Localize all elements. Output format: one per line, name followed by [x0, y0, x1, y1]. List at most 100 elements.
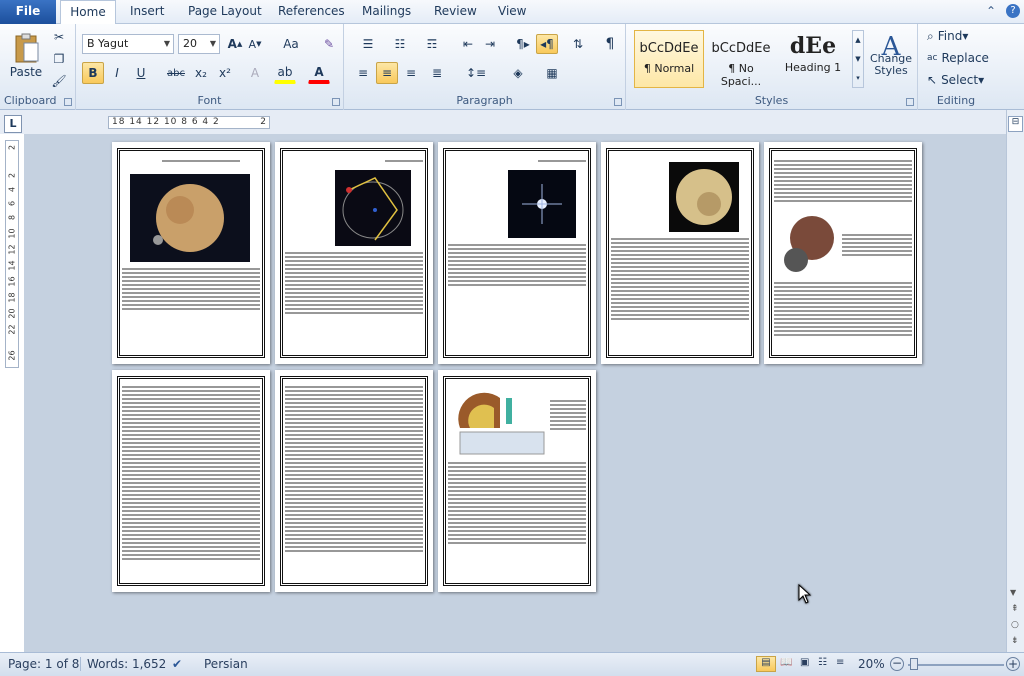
page-heading-lines: [385, 160, 423, 164]
paste-label: Paste: [9, 65, 43, 79]
borders-icon[interactable]: ▦: [538, 62, 566, 84]
bold-button[interactable]: B: [82, 62, 104, 84]
increase-indent-icon[interactable]: ⇥: [480, 34, 500, 54]
font-name-combo[interactable]: B Yagut ▼: [82, 34, 174, 54]
line-spacing-icon[interactable]: ↕≡: [462, 62, 490, 84]
text-effects-icon[interactable]: A: [244, 62, 266, 84]
ltr-icon[interactable]: ¶▸: [512, 34, 534, 54]
italic-button[interactable]: I: [106, 62, 128, 84]
find-button[interactable]: ⌕ Find ▾: [926, 26, 990, 46]
page-text-lines: [842, 234, 912, 258]
horizontal-ruler[interactable]: 18 14 12 10 8 6 4 2 2: [108, 116, 270, 129]
clipboard-launcher-icon[interactable]: [64, 98, 72, 106]
help-icon[interactable]: ?: [1006, 4, 1020, 18]
page-thumbnail-8[interactable]: [438, 370, 596, 592]
tab-references[interactable]: References: [278, 0, 345, 24]
tab-review[interactable]: Review: [434, 0, 477, 24]
vertical-ruler[interactable]: 2 2 4 6 8 10 12 14 16 18 20 22 26: [5, 140, 19, 368]
full-screen-reading-icon[interactable]: 📖: [780, 657, 792, 668]
font-size-combo[interactable]: 20 ▼: [178, 34, 220, 54]
paragraph-launcher-icon[interactable]: [614, 98, 622, 106]
zoom-slider[interactable]: [908, 664, 1004, 666]
vruler-num: 2: [7, 172, 17, 179]
zoom-out-icon[interactable]: −: [890, 657, 904, 671]
print-layout-icon[interactable]: ▤: [756, 656, 776, 672]
highlight-icon[interactable]: ab: [274, 62, 296, 84]
tab-page-layout[interactable]: Page Layout: [188, 0, 262, 24]
change-styles-button[interactable]: A Change Styles: [868, 28, 914, 90]
previous-page-icon[interactable]: ⇞: [1011, 604, 1019, 614]
justify-icon[interactable]: ≣: [424, 62, 450, 84]
zoom-slider-thumb[interactable]: [910, 658, 918, 670]
tab-view[interactable]: View: [498, 0, 526, 24]
clear-formatting-icon[interactable]: ✎: [320, 34, 338, 54]
paste-button[interactable]: Paste: [6, 28, 46, 84]
subscript-button[interactable]: x₂: [190, 62, 212, 84]
page-thumbnail-7[interactable]: [275, 370, 433, 592]
bullets-icon[interactable]: ☰: [354, 34, 382, 54]
shading-icon[interactable]: ◈: [504, 62, 532, 84]
language[interactable]: Persian: [204, 657, 248, 671]
sort-icon[interactable]: ⇅: [568, 34, 588, 54]
page-text-lines: [122, 386, 260, 562]
replace-label: Replace: [941, 51, 989, 65]
minimize-ribbon-icon[interactable]: ⌃: [986, 4, 996, 18]
page-thumbnail-3[interactable]: [438, 142, 596, 364]
vruler-num: 18: [7, 292, 17, 303]
align-left-icon[interactable]: ≡: [352, 62, 374, 84]
browse-object-icon[interactable]: ○: [1011, 620, 1019, 630]
ruler-toggle-icon[interactable]: ⊟: [1008, 116, 1023, 132]
web-layout-icon[interactable]: ▣: [800, 657, 809, 668]
page-thumbnail-1[interactable]: [112, 142, 270, 364]
styles-launcher-icon[interactable]: [906, 98, 914, 106]
page-thumbnail-6[interactable]: [112, 370, 270, 592]
tab-file[interactable]: File: [0, 0, 56, 24]
shrink-font-icon[interactable]: A ▼: [246, 34, 264, 54]
page-thumbnail-5[interactable]: [764, 142, 922, 364]
style-heading-1[interactable]: dEe Heading 1: [778, 30, 848, 88]
page-count[interactable]: Page: 1 of 8: [8, 657, 79, 671]
numbering-icon[interactable]: ☷: [386, 34, 414, 54]
paragraph-group: ☰ ☷ ☶ ⇤ ⇥ ¶▸ ◂¶ ⇅ ¶ ≡ ≡ ≡ ≣ ↕≡ ◈ ▦ Parag…: [344, 24, 626, 110]
font-color-icon[interactable]: A: [308, 62, 330, 84]
orbit-diagram-image: [335, 170, 411, 246]
word-count[interactable]: Words: 1,652: [80, 657, 166, 671]
multilevel-list-icon[interactable]: ☶: [418, 34, 446, 54]
page-thumbnail-2[interactable]: [275, 142, 433, 364]
strikethrough-button[interactable]: abc: [164, 62, 188, 84]
document-workspace[interactable]: [24, 134, 1006, 652]
show-marks-icon[interactable]: ¶: [600, 34, 620, 54]
select-button[interactable]: ↖ Select ▾: [926, 70, 990, 90]
style-no-spacing[interactable]: bCcDdEe ¶ No Spaci...: [706, 30, 776, 88]
superscript-button[interactable]: x²: [214, 62, 236, 84]
align-center-icon[interactable]: ≡: [376, 62, 398, 84]
ribbon-tabs: File Home Insert Page Layout References …: [0, 0, 1024, 25]
tab-selector[interactable]: L: [4, 115, 22, 133]
zoom-in-icon[interactable]: +: [1006, 657, 1020, 671]
tab-home[interactable]: Home: [60, 0, 116, 25]
change-case-button[interactable]: Aa: [278, 34, 304, 54]
rtl-icon[interactable]: ◂¶: [536, 34, 558, 54]
vertical-scrollbar[interactable]: ⊟ ▼ ⇞ ○ ⇟: [1006, 110, 1024, 652]
next-page-icon[interactable]: ⇟: [1011, 636, 1019, 646]
align-right-icon[interactable]: ≡: [400, 62, 422, 84]
proofing-icon[interactable]: ✔: [172, 657, 182, 671]
draft-icon[interactable]: ≡: [836, 657, 844, 668]
page-text-lines: [774, 282, 912, 338]
style-normal[interactable]: bCcDdEe ¶ Normal: [634, 30, 704, 88]
format-painter-icon[interactable]: 🖌: [50, 72, 68, 90]
zoom-level[interactable]: 20%: [858, 657, 885, 671]
outline-icon[interactable]: ☷: [818, 657, 827, 668]
cut-icon[interactable]: ✂: [50, 28, 68, 46]
tab-insert[interactable]: Insert: [130, 0, 164, 24]
tab-mailings[interactable]: Mailings: [362, 0, 411, 24]
font-launcher-icon[interactable]: [332, 98, 340, 106]
styles-scroll[interactable]: ▲ ▼ ▾: [852, 30, 864, 88]
replace-button[interactable]: ac Replace: [926, 48, 992, 68]
page-thumbnail-4[interactable]: [601, 142, 759, 364]
copy-icon[interactable]: ❐: [50, 50, 68, 68]
grow-font-icon[interactable]: A ▲: [226, 34, 244, 54]
decrease-indent-icon[interactable]: ⇤: [458, 34, 478, 54]
scroll-down-icon[interactable]: ▼: [1010, 588, 1016, 597]
underline-button[interactable]: U: [130, 62, 152, 84]
